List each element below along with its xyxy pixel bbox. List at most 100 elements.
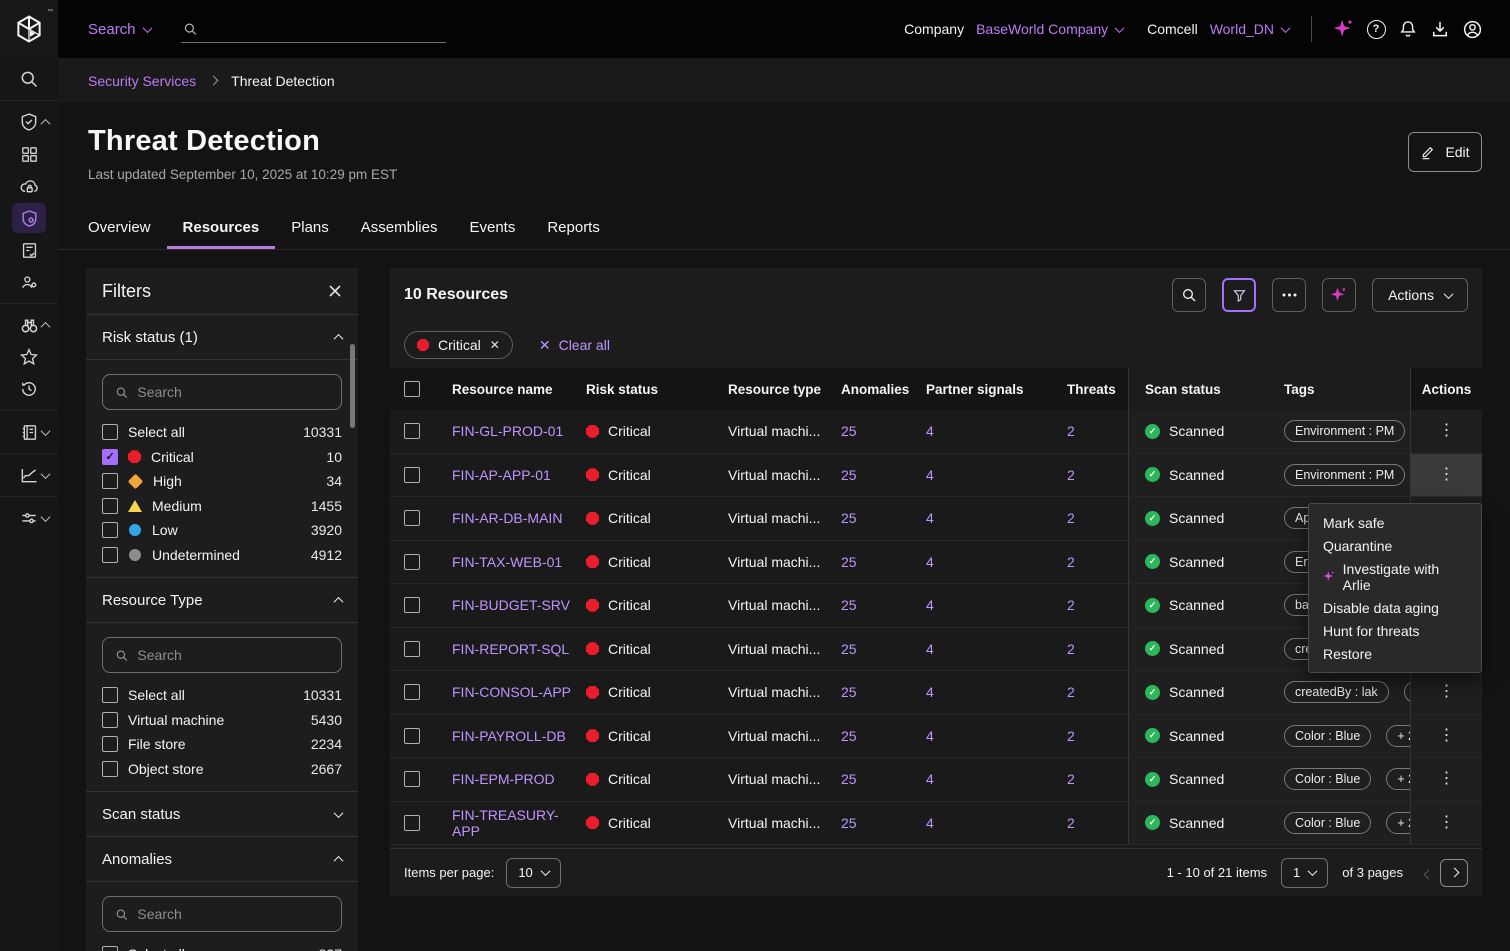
checkbox[interactable] xyxy=(102,761,118,777)
previous-page-button[interactable] xyxy=(1417,865,1440,881)
risk-status-search[interactable] xyxy=(102,374,342,410)
menu-item-disable-data-aging[interactable]: Disable data aging xyxy=(1309,596,1481,619)
row-checkbox[interactable] xyxy=(404,467,420,483)
company-dropdown[interactable]: BaseWorld Company xyxy=(976,21,1123,37)
table-ai-button[interactable] xyxy=(1322,278,1356,312)
column-header-tags[interactable]: Tags xyxy=(1282,368,1410,410)
resource-name-link[interactable]: FIN-GL-PROD-01 xyxy=(452,423,563,439)
resource-name-link[interactable]: FIN-CONSOL-APP xyxy=(452,684,571,700)
threats-link[interactable]: 2 xyxy=(1067,815,1075,831)
column-header-scan-status[interactable]: Scan status xyxy=(1128,368,1282,410)
next-page-button[interactable] xyxy=(1440,859,1468,887)
tag-pill[interactable]: Color : Blue xyxy=(1284,725,1371,747)
anomalies-link[interactable]: 25 xyxy=(841,728,857,744)
resource-name-link[interactable]: FIN-REPORT-SQL xyxy=(452,641,569,657)
column-header-risk-status[interactable]: Risk status xyxy=(586,368,728,410)
sidebar-settings-section[interactable] xyxy=(0,503,58,533)
row-actions-kebab[interactable]: ⋮ xyxy=(1439,771,1455,787)
table-search-button[interactable] xyxy=(1172,278,1206,312)
tag-overflow-pill[interactable]: + 2 xyxy=(1386,768,1410,790)
partner-signals-link[interactable]: 4 xyxy=(926,641,934,657)
critical-filter-chip[interactable]: Critical ✕ xyxy=(404,331,513,359)
threats-link[interactable]: 2 xyxy=(1067,728,1075,744)
column-header-resource-name[interactable]: Resource name xyxy=(452,368,586,410)
items-per-page-select[interactable]: 10 xyxy=(506,858,560,888)
menu-item-restore[interactable]: Restore xyxy=(1309,642,1481,665)
tag-pill[interactable]: Color : Blue xyxy=(1284,768,1371,790)
column-header-resource-type[interactable]: Resource type xyxy=(728,368,841,410)
column-header-threats[interactable]: Threats xyxy=(1067,368,1128,410)
partner-signals-link[interactable]: 4 xyxy=(926,728,934,744)
table-more-options-button[interactable] xyxy=(1272,278,1306,312)
tab-assemblies[interactable]: Assemblies xyxy=(345,205,454,249)
resource-name-link[interactable]: FIN-EPM-PROD xyxy=(452,771,555,787)
page-number-select[interactable]: 1 xyxy=(1281,858,1328,888)
row-actions-kebab[interactable]: ⋮ xyxy=(1439,684,1455,700)
tag-pill[interactable]: Environment : PM xyxy=(1284,420,1405,442)
tab-overview[interactable]: Overview xyxy=(72,205,167,249)
close-filters-button[interactable] xyxy=(328,284,342,298)
breadcrumb-parent-link[interactable]: Security Services xyxy=(88,73,196,89)
filter-option-row[interactable]: Virtual machine5430 xyxy=(86,708,358,733)
row-actions-kebab[interactable]: ⋮ xyxy=(1439,728,1455,744)
threats-link[interactable]: 2 xyxy=(1067,641,1075,657)
row-actions-kebab[interactable]: ⋮ xyxy=(1439,815,1455,831)
anomalies-link[interactable]: 25 xyxy=(841,554,857,570)
notifications-button[interactable] xyxy=(1392,13,1424,45)
menu-item-hunt-for-threats[interactable]: Hunt for threats xyxy=(1309,619,1481,642)
anomalies-link[interactable]: 25 xyxy=(841,684,857,700)
anomalies-link[interactable]: 25 xyxy=(841,597,857,613)
filter-option-row[interactable]: Undetermined4912 xyxy=(86,543,358,568)
anomalies-link[interactable]: 25 xyxy=(841,815,857,831)
help-button[interactable]: ? xyxy=(1360,13,1392,45)
threats-link[interactable]: 2 xyxy=(1067,597,1075,613)
anomalies-link[interactable]: 25 xyxy=(841,423,857,439)
sidebar-apps[interactable] xyxy=(0,139,58,169)
threats-link[interactable]: 2 xyxy=(1067,510,1075,526)
partner-signals-link[interactable]: 4 xyxy=(926,423,934,439)
table-filter-button[interactable] xyxy=(1222,278,1256,312)
partner-signals-link[interactable]: 4 xyxy=(926,597,934,613)
checkbox[interactable] xyxy=(102,547,118,563)
partner-signals-link[interactable]: 4 xyxy=(926,815,934,831)
clear-all-filters[interactable]: ✕ Clear all xyxy=(539,337,610,354)
scan-status-section-header[interactable]: Scan status xyxy=(86,792,358,836)
anomalies-link[interactable]: 25 xyxy=(841,467,857,483)
resource-name-link[interactable]: FIN-AR-DB-MAIN xyxy=(452,510,562,526)
account-button[interactable] xyxy=(1456,13,1488,45)
row-checkbox[interactable] xyxy=(404,684,420,700)
filter-option-row[interactable]: Select all10331 xyxy=(86,420,358,445)
row-checkbox[interactable] xyxy=(404,597,420,613)
tab-plans[interactable]: Plans xyxy=(275,205,345,249)
anomalies-link[interactable]: 25 xyxy=(841,771,857,787)
remove-chip-icon[interactable]: ✕ xyxy=(490,338,500,352)
menu-item-quarantine[interactable]: Quarantine xyxy=(1309,534,1481,557)
resource-name-link[interactable]: FIN-TREASURY-APP xyxy=(452,807,586,839)
resource-type-search-input[interactable] xyxy=(137,647,329,663)
row-checkbox[interactable] xyxy=(404,815,420,831)
row-checkbox[interactable] xyxy=(404,510,420,526)
resource-name-link[interactable]: FIN-AP-APP-01 xyxy=(452,467,551,483)
sidebar-history[interactable] xyxy=(0,374,58,404)
tag-pill[interactable]: createdBy : lak xyxy=(1284,681,1389,703)
resource-name-link[interactable]: FIN-TAX-WEB-01 xyxy=(452,554,562,570)
anomalies-link[interactable]: 25 xyxy=(841,641,857,657)
partner-signals-link[interactable]: 4 xyxy=(926,467,934,483)
column-header-anomalies[interactable]: Anomalies xyxy=(841,368,926,410)
row-checkbox[interactable] xyxy=(404,771,420,787)
sidebar-threat-config[interactable] xyxy=(0,267,58,297)
checkbox[interactable] xyxy=(102,522,118,538)
filter-option-row[interactable]: Low3920 xyxy=(86,518,358,543)
sidebar-search[interactable] xyxy=(0,64,58,94)
download-button[interactable] xyxy=(1424,13,1456,45)
partner-signals-link[interactable]: 4 xyxy=(926,684,934,700)
row-actions-kebab[interactable]: ⋮ xyxy=(1439,423,1455,439)
threats-link[interactable]: 2 xyxy=(1067,467,1075,483)
sidebar-favorites[interactable] xyxy=(0,342,58,372)
filters-scrollbar[interactable] xyxy=(350,344,355,428)
partner-signals-link[interactable]: 4 xyxy=(926,554,934,570)
partner-signals-link[interactable]: 4 xyxy=(926,510,934,526)
checkbox[interactable] xyxy=(102,712,118,728)
sidebar-security-section[interactable] xyxy=(0,107,58,137)
tag-overflow-pill[interactable]: + 2 xyxy=(1386,812,1410,834)
